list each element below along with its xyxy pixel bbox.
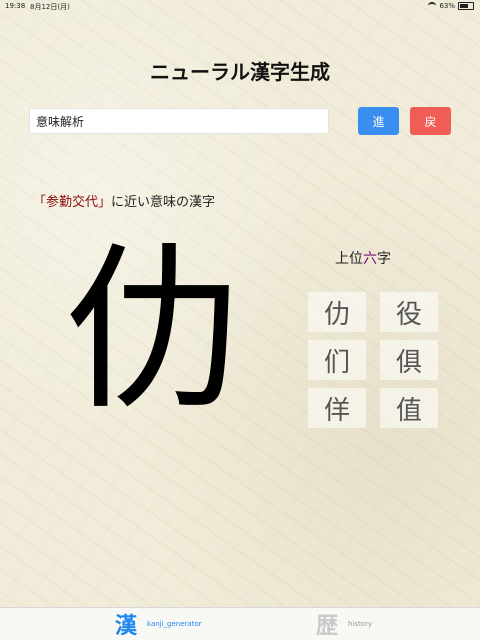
- candidate-grid: 仂 役 们 俱 佯 值: [308, 292, 438, 428]
- tab-history[interactable]: 歴 history: [316, 608, 372, 640]
- candidate-kanji[interactable]: 役: [380, 292, 438, 332]
- top-candidates-label: 上位六字: [335, 248, 391, 268]
- top-label-suffix: 字: [377, 251, 391, 267]
- tab-label: kanji_generator: [147, 620, 202, 628]
- query-text: 参勤交代: [46, 195, 99, 210]
- tab-bar: 漢 kanji_generator 歴 history: [0, 607, 480, 640]
- back-button[interactable]: 戻: [410, 107, 451, 135]
- history-tab-icon: 歴: [316, 613, 339, 639]
- status-time: 19:38: [5, 2, 26, 10]
- top-label-prefix: 上位: [335, 251, 363, 267]
- result-caption: 「参勤交代」に近い意味の漢字: [33, 191, 215, 210]
- candidate-kanji[interactable]: 值: [380, 388, 438, 428]
- status-right: 63%: [428, 2, 474, 10]
- tab-label: history: [348, 620, 373, 628]
- tab-kanji-generator[interactable]: 漢 kanji_generator: [115, 608, 202, 640]
- search-input[interactable]: [29, 108, 329, 134]
- go-button[interactable]: 進: [358, 107, 399, 135]
- battery-icon: [458, 2, 474, 10]
- status-bar: 19:38 8月12日(月) 63%: [0, 0, 480, 14]
- battery-fill: [460, 4, 468, 8]
- candidate-kanji[interactable]: 们: [308, 340, 366, 380]
- query-open-quote: 「: [33, 195, 47, 210]
- candidate-kanji[interactable]: 俱: [380, 340, 438, 380]
- kanji-tab-icon: 漢: [115, 613, 138, 639]
- query-close-quote: 」: [98, 195, 112, 210]
- result-caption-suffix: に近い意味の漢字: [111, 195, 216, 210]
- page-title: ニューラル漢字生成: [150, 60, 330, 84]
- generated-kanji: 仂: [64, 227, 242, 434]
- battery-percent: 63%: [439, 2, 455, 10]
- wifi-icon: [428, 2, 437, 10]
- status-date: 8月12日(月): [30, 3, 70, 11]
- top-label-count: 六: [363, 251, 377, 267]
- candidate-kanji[interactable]: 佯: [308, 388, 366, 428]
- candidate-kanji[interactable]: 仂: [308, 292, 366, 332]
